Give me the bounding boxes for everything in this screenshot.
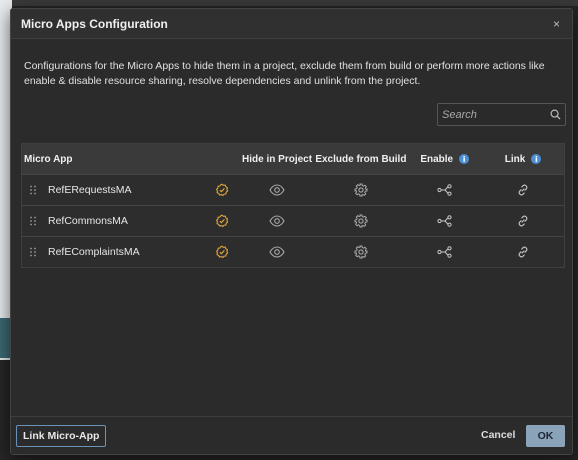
enable-info-icon[interactable]: i [459,154,470,164]
drag-handle-icon[interactable] [30,184,40,196]
search-input[interactable] [442,108,549,121]
link-info-icon[interactable]: i [531,154,542,164]
dialog-title: Micro Apps Configuration [21,16,168,31]
link-icon[interactable] [516,214,530,228]
header-link: Link [504,153,526,165]
header-exclude-from-build: Exclude from Build [315,153,407,165]
link-icon[interactable] [516,245,530,259]
dialog-footer: Link Micro-App Cancel OK [11,416,572,454]
micro-app-name: RefCommonsMA [48,215,128,227]
eye-icon[interactable] [269,184,285,196]
cancel-button[interactable]: Cancel [481,429,515,441]
micro-app-name: RefERequestsMA [48,184,132,196]
link-micro-app-button[interactable]: Link Micro-App [16,425,107,447]
micro-apps-dialog: Micro Apps Configuration × Configuration… [10,8,573,455]
close-button[interactable]: × [553,18,560,30]
gear-icon[interactable] [354,245,368,259]
table-header: Micro App Hide in Project Exclude from B… [22,144,564,174]
header-enable: Enable [420,153,454,165]
ok-button[interactable]: OK [526,425,565,447]
eye-icon[interactable] [269,215,285,227]
search-icon[interactable] [549,109,561,121]
drag-handle-icon[interactable] [30,246,40,258]
verified-check-icon [215,183,229,197]
search-box[interactable] [437,103,566,126]
header-micro-app: Micro App [24,153,73,165]
micro-app-name: RefEComplaintsMA [48,246,140,258]
share-nodes-icon[interactable] [437,184,453,196]
drag-handle-icon[interactable] [30,215,40,227]
dialog-description: Configurations for the Micro Apps to hid… [24,60,545,87]
share-nodes-icon[interactable] [437,246,453,258]
gear-icon[interactable] [354,214,368,228]
header-hide-in-project: Hide in Project [242,153,313,165]
eye-icon[interactable] [269,246,285,258]
micro-apps-table: Micro App Hide in Project Exclude from B… [21,143,565,268]
table-row: RefEComplaintsMA [22,236,564,267]
table-row: RefERequestsMA [22,174,564,205]
dialog-header: Micro Apps Configuration × [11,9,572,39]
link-icon[interactable] [516,183,530,197]
verified-check-icon [215,214,229,228]
gear-icon[interactable] [354,183,368,197]
share-nodes-icon[interactable] [437,215,453,227]
background-toolbar [0,0,578,6]
verified-check-icon [215,245,229,259]
table-row: RefCommonsMA [22,205,564,236]
